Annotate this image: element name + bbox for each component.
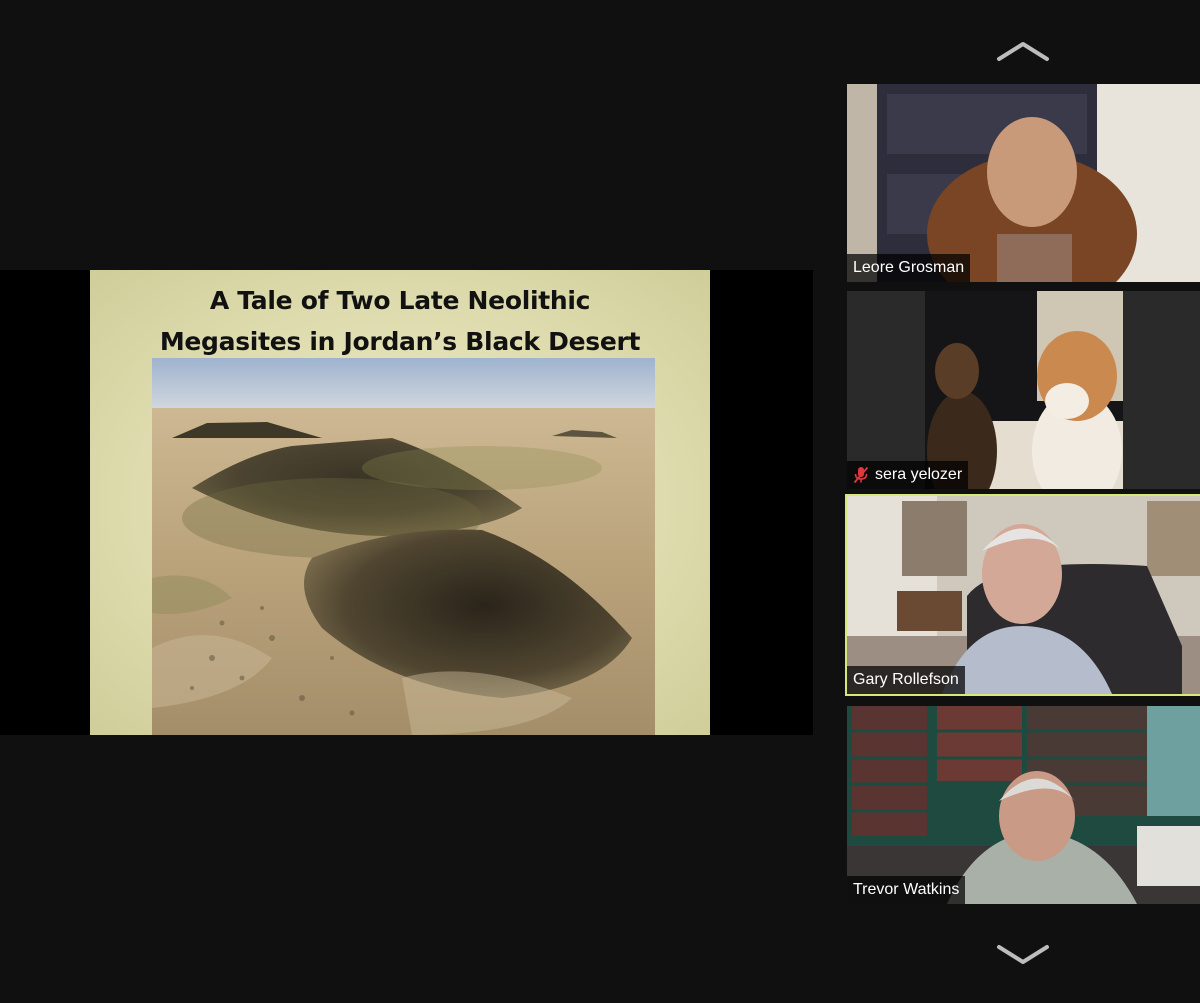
participant-video (847, 706, 1200, 904)
chevron-down-icon (997, 945, 1049, 964)
participant-tile-active-speaker[interactable]: Gary Rollefson (845, 494, 1200, 696)
slide-title-line-2: Megasites in Jordan’s Black Desert (159, 327, 641, 356)
participant-video (847, 84, 1200, 282)
microphone-muted-icon (853, 466, 869, 484)
participant-name-tag: Trevor Watkins (847, 876, 966, 904)
shared-screen[interactable]: A Tale of Two Late Neolithic Megasites i… (0, 270, 813, 735)
slide-title: A Tale of Two Late Neolithic Megasites i… (90, 280, 710, 362)
gallery-scroll-up-button[interactable] (996, 40, 1050, 62)
participant-tile[interactable]: Leore Grosman (847, 84, 1200, 282)
participant-tile[interactable]: Trevor Watkins (847, 706, 1200, 904)
participant-name-tag: Leore Grosman (847, 254, 971, 282)
participant-name: Trevor Watkins (853, 881, 960, 898)
participant-video (847, 496, 1200, 694)
participant-video (847, 291, 1200, 489)
gallery-scroll-down-button[interactable] (996, 944, 1050, 966)
slide-title-line-1: A Tale of Two Late Neolithic (209, 286, 591, 315)
participant-name: sera yelozer (875, 466, 963, 483)
presentation-slide: A Tale of Two Late Neolithic Megasites i… (90, 270, 710, 735)
meeting-window: A Tale of Two Late Neolithic Megasites i… (0, 0, 1200, 1003)
participant-name: Leore Grosman (853, 259, 965, 276)
participant-name: Gary Rollefson (853, 671, 959, 688)
participant-name-tag: sera yelozer (847, 461, 969, 489)
slide-aerial-photo (152, 358, 655, 735)
participant-name-tag: Gary Rollefson (847, 666, 965, 694)
chevron-up-icon (997, 42, 1049, 61)
participant-tile[interactable]: sera yelozer (847, 291, 1200, 489)
